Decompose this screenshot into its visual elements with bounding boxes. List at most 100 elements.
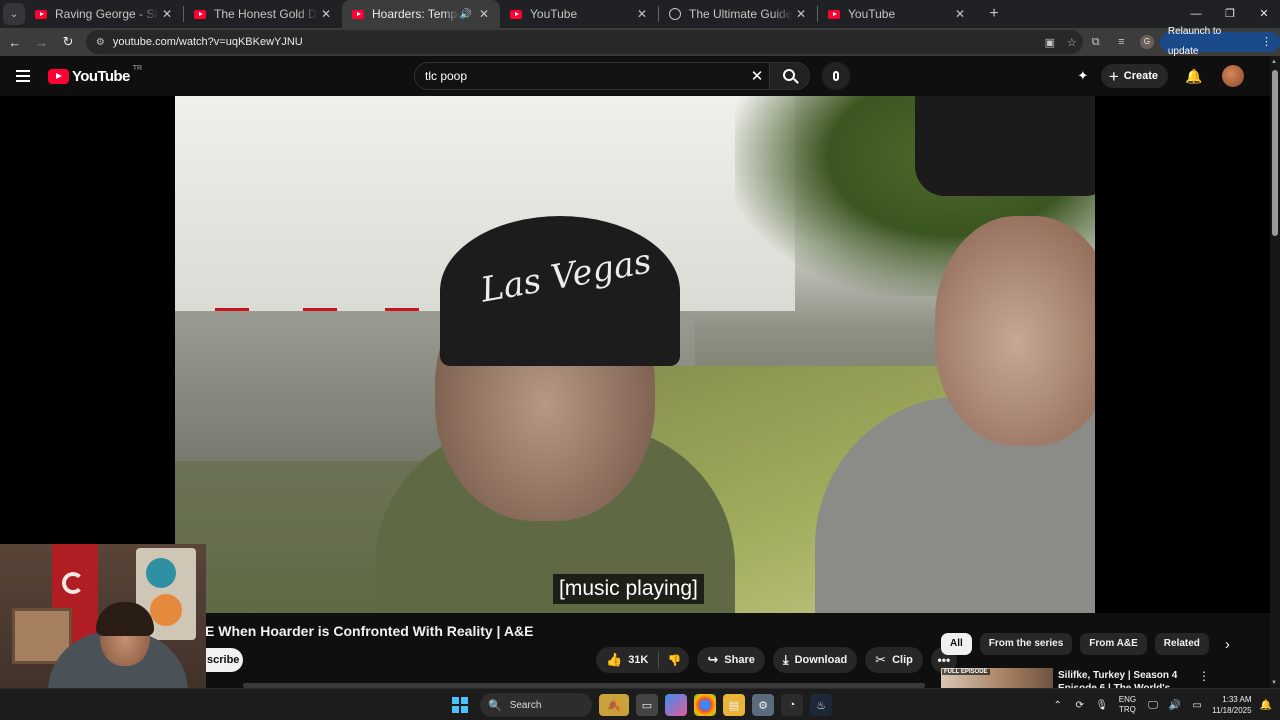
download-icon: ⤓	[782, 652, 789, 667]
widgets-icon[interactable]: 🍂	[599, 694, 629, 716]
clock-date: 11/18/2025	[1212, 706, 1252, 715]
system-tray: ⌃ ⟳ 🎙 ENG TRQ 🖵 🔊 ▭ 1:33 AM 11/18/2025 🔔	[1047, 692, 1272, 718]
browser-tab[interactable]: The Honest Gold Digger - YouT ✕	[184, 0, 342, 28]
back-arrow-icon[interactable]: ←	[3, 35, 27, 50]
youtube-header: YouTube TR tlc poop ✕ ✦ + Create 🔔	[0, 56, 1270, 96]
close-icon[interactable]: ✕	[952, 7, 968, 21]
address-bar[interactable]: ⚙ youtube.com/watch?v=uqKBKewYJNU ▣ ☆	[85, 30, 1083, 54]
more-vertical-icon[interactable]: ⋮	[1198, 669, 1210, 683]
sync-icon[interactable]: ⟳	[1069, 700, 1091, 711]
site-info-icon[interactable]: ⚙	[96, 37, 105, 48]
thumbs-up-icon: 👍	[606, 652, 623, 667]
app-icon[interactable]: ◔	[781, 694, 803, 716]
share-label: Share	[724, 654, 755, 666]
install-app-icon[interactable]: ▣	[1039, 36, 1061, 49]
volume-icon[interactable]: 🔊	[1164, 700, 1186, 711]
like-button[interactable]: 👍 31K	[606, 651, 660, 669]
settings-icon[interactable]: ⚙	[752, 694, 774, 716]
clear-search-icon[interactable]: ✕	[745, 67, 769, 85]
url-text[interactable]: youtube.com/watch?v=uqKBKewYJNU	[113, 36, 1039, 48]
youtube-icon	[352, 9, 364, 19]
speaker-icon[interactable]: 🔊	[460, 9, 472, 20]
close-icon[interactable]: ✕	[159, 7, 175, 21]
close-icon[interactable]: ✕	[793, 7, 809, 21]
chip-related[interactable]: Related	[1154, 633, 1209, 655]
reload-icon[interactable]: ↻	[56, 34, 80, 50]
youtube-play-icon	[48, 69, 69, 84]
youtube-logo[interactable]: YouTube TR	[48, 65, 143, 85]
file-explorer-icon[interactable]: ▤	[723, 694, 745, 716]
task-view-icon[interactable]: ▭	[636, 694, 658, 716]
input-language[interactable]: ENG TRQ	[1119, 695, 1136, 715]
tab-title: YouTube	[530, 7, 578, 21]
tab-title: Hoarders: Tempers RAGE W	[372, 7, 460, 21]
extensions-icon[interactable]: ⧉	[1083, 36, 1109, 49]
tab-title: Raving George - Slaves (Original	[55, 7, 159, 21]
video-player[interactable]: Las Vegas [music playing]	[175, 96, 1095, 613]
header-actions: ✦ + Create 🔔	[1071, 64, 1244, 88]
relaunch-button[interactable]: Relaunch to update ⋮	[1159, 26, 1280, 57]
scroll-up-icon[interactable]: ▲	[1271, 59, 1277, 65]
browser-tab[interactable]: Raving George - Slaves (Original ✕	[25, 0, 183, 28]
chip-from-ae[interactable]: From A&E	[1080, 633, 1147, 655]
chevron-right-icon[interactable]: ›	[1225, 636, 1230, 653]
chip-all[interactable]: All	[941, 633, 972, 655]
voice-search-button[interactable]	[822, 62, 850, 90]
windows-start-icon[interactable]	[452, 697, 468, 713]
search-icon	[782, 69, 795, 81]
forward-arrow-icon[interactable]: →	[30, 35, 54, 50]
chip-from-the-series[interactable]: From the series	[979, 633, 1073, 655]
youtube-icon	[194, 9, 206, 19]
sparkle-icon[interactable]: ✦	[1071, 68, 1095, 84]
media-controls-icon[interactable]: ≡	[1108, 36, 1134, 48]
recommendation-title[interactable]: Silifke, Turkey | Season 4 Episode 6 | T…	[1058, 669, 1188, 688]
notification-icon[interactable]: 🔔	[1260, 700, 1272, 711]
profile-avatar[interactable]: G	[1140, 35, 1154, 49]
search-button[interactable]	[770, 62, 810, 90]
tab-search-button[interactable]: ⌄	[3, 3, 25, 25]
system-clock[interactable]: 1:33 AM 11/18/2025	[1212, 694, 1251, 716]
recommendation-thumbnail[interactable]: FULL EPISODE	[941, 668, 1053, 688]
search-bar: tlc poop ✕	[414, 62, 810, 90]
close-icon[interactable]: ✕	[634, 7, 650, 21]
browser-tab[interactable]: YouTube ✕	[500, 0, 658, 28]
browser-tab[interactable]: The Ultimate Guide To BJJ Solo ✕	[659, 0, 817, 28]
video-frame-cap	[915, 96, 1095, 196]
chrome-icon[interactable]	[694, 694, 716, 716]
menu-icon[interactable]	[16, 70, 30, 85]
close-icon[interactable]: ✕	[318, 7, 334, 21]
battery-icon[interactable]: ▭	[1186, 700, 1208, 711]
screen: ⌄ Raving George - Slaves (Original ✕ The…	[0, 0, 1280, 720]
crescent-icon	[62, 572, 84, 594]
chevron-up-icon[interactable]: ⌃	[1047, 700, 1069, 711]
close-icon[interactable]: ✕	[476, 7, 492, 21]
browser-tab[interactable]: YouTube ✕	[818, 0, 976, 28]
search-input[interactable]: tlc poop ✕	[414, 62, 770, 90]
browser-tab-active[interactable]: Hoarders: Tempers RAGE W 🔊 ✕	[342, 0, 500, 28]
youtube-wordmark: YouTube	[72, 68, 130, 85]
taskbar-search[interactable]: 🔍 Search	[480, 693, 592, 717]
download-button[interactable]: ⤓ Download	[772, 647, 858, 673]
steam-icon[interactable]: ♨	[810, 694, 832, 716]
new-tab-button[interactable]: +	[980, 5, 1008, 23]
microphone-icon[interactable]: 🎙	[1091, 700, 1113, 711]
thumbs-down-icon: 👎	[667, 654, 682, 667]
bookmark-star-icon[interactable]: ☆	[1061, 36, 1083, 49]
monitor-icon[interactable]: 🖵	[1142, 700, 1164, 711]
scissors-icon: ✂	[875, 652, 887, 667]
page-scrollbar[interactable]: ▲ ▼	[1270, 56, 1280, 688]
search-query[interactable]: tlc poop	[425, 69, 745, 83]
notifications-bell-icon[interactable]: 🔔	[1174, 68, 1214, 85]
clock-time: 1:33 AM	[1222, 695, 1252, 704]
share-button[interactable]: ↪ Share	[697, 647, 765, 673]
region-code: TR	[132, 65, 143, 72]
language-code: ENG	[1118, 695, 1137, 704]
create-button[interactable]: + Create	[1100, 64, 1168, 88]
scrollbar-thumb[interactable]	[1272, 70, 1278, 236]
copilot-icon[interactable]	[665, 694, 687, 716]
more-vertical-icon[interactable]: ⋮	[1261, 32, 1272, 52]
dislike-button[interactable]: 👎	[659, 654, 689, 667]
clip-button[interactable]: ✂ Clip	[865, 647, 923, 673]
account-avatar[interactable]	[1222, 65, 1244, 87]
scroll-down-icon[interactable]: ▼	[1271, 680, 1277, 686]
